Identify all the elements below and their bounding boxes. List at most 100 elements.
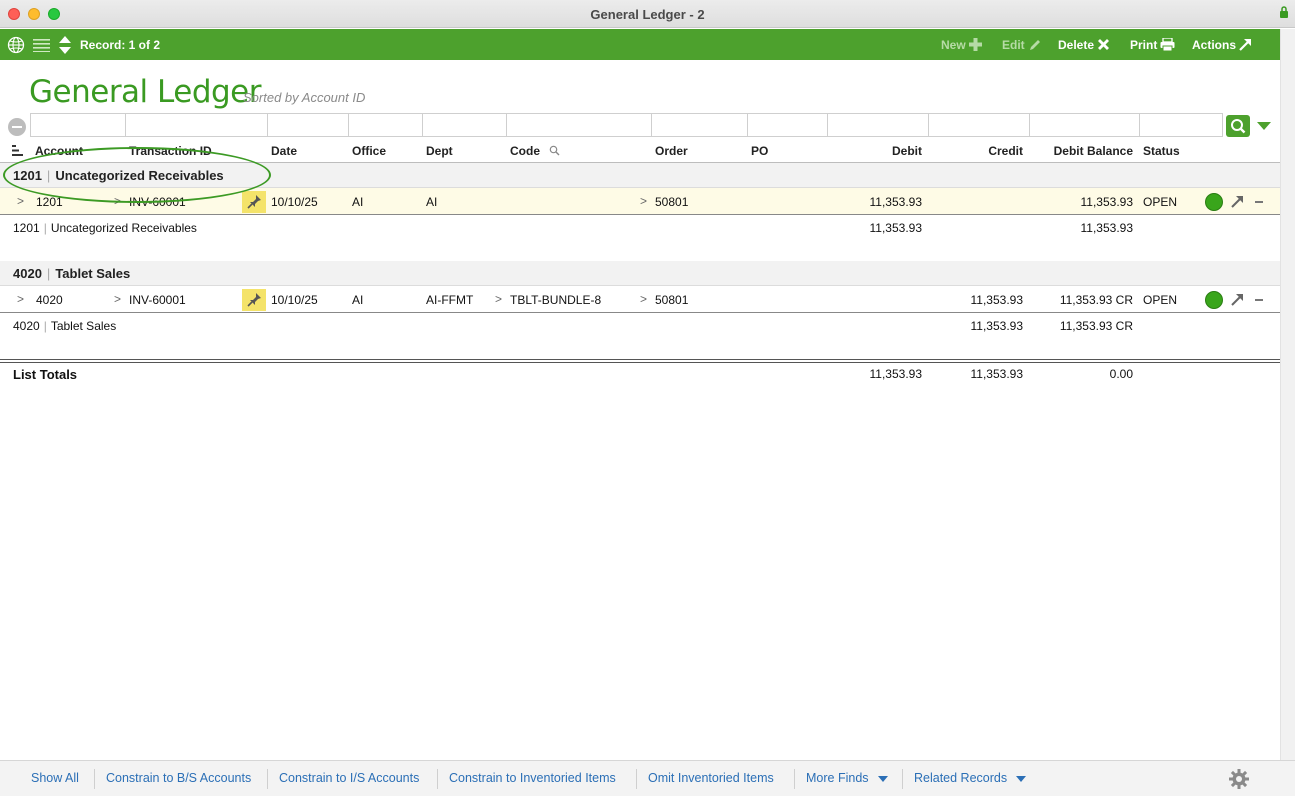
pin-icon — [247, 293, 261, 307]
subtotal-account: 4020 — [13, 319, 40, 333]
edit-button[interactable]: Edit — [1002, 29, 1042, 60]
col-account[interactable]: Account — [35, 144, 83, 158]
filter-transaction-id-input[interactable] — [125, 113, 267, 137]
footer-separator — [267, 769, 268, 789]
cell-office: AI — [352, 293, 364, 307]
filter-account-input[interactable] — [30, 113, 125, 137]
cell-order: 50801 — [655, 293, 689, 307]
col-code[interactable]: Code — [510, 144, 560, 158]
minus-icon[interactable] — [1255, 201, 1263, 203]
col-order[interactable]: Order — [655, 144, 688, 158]
footer-bar: Show All Constrain to B/S Accounts Const… — [0, 760, 1295, 796]
totals-debit-balance: 0.00 — [1109, 367, 1133, 381]
pin-button[interactable] — [242, 191, 266, 213]
constrain-bs-accounts-link[interactable]: Constrain to B/S Accounts — [106, 771, 251, 785]
cell-code: TBLT-BUNDLE-8 — [510, 293, 602, 307]
cell-status: OPEN — [1143, 293, 1178, 307]
jump-icon[interactable] — [1231, 195, 1244, 208]
footer-separator — [636, 769, 637, 789]
arrow-out-icon — [1239, 39, 1252, 51]
filter-credit-input[interactable] — [928, 113, 1029, 137]
filter-po-input[interactable] — [747, 113, 827, 137]
actions-button[interactable]: Actions — [1192, 29, 1252, 60]
omit-inventoried-items-link[interactable]: Omit Inventoried Items — [648, 771, 774, 785]
sort-icon[interactable] — [12, 145, 24, 156]
vertical-scrollbar[interactable] — [1280, 29, 1295, 760]
sort-note: Sorted by Account ID — [243, 90, 366, 105]
col-code-label: Code — [510, 144, 540, 158]
record-counter: Record: 1 of 2 — [80, 37, 161, 52]
cell-office: AI — [352, 195, 364, 209]
search-button[interactable] — [1226, 115, 1250, 137]
search-icon — [1231, 119, 1246, 134]
search-options-dropdown[interactable] — [1257, 122, 1271, 130]
show-all-link[interactable]: Show All — [31, 771, 79, 785]
delete-label: Delete — [1058, 37, 1095, 52]
new-button[interactable]: New — [941, 29, 982, 60]
col-date[interactable]: Date — [271, 144, 297, 158]
subtotal-debit: 11,353.93 — [869, 221, 923, 235]
filter-dept-input[interactable] — [422, 113, 506, 137]
filter-office-input[interactable] — [348, 113, 422, 137]
constrain-is-accounts-link[interactable]: Constrain to I/S Accounts — [279, 771, 419, 785]
filter-code-input[interactable] — [506, 113, 651, 137]
cell-debit-balance: 11,353.93 — [1080, 195, 1134, 209]
title-bar: General Ledger - 2 — [0, 0, 1295, 28]
pin-button[interactable] — [242, 289, 266, 311]
cell-debit: 11,353.93 — [869, 195, 923, 209]
lock-icon[interactable] — [1279, 5, 1289, 19]
filter-status-input[interactable] — [1139, 113, 1223, 137]
table-row[interactable]: > 4020 > INV-60001 10/10/25 AI AI-FFMT >… — [0, 286, 1280, 313]
col-office[interactable]: Office — [352, 144, 386, 158]
filter-row — [0, 113, 1280, 137]
footer-separator — [794, 769, 795, 789]
magnifier-icon — [550, 145, 560, 156]
subtotal-debit-balance: 11,353.93 CR — [1059, 319, 1133, 333]
group-subtotal-row: 1201 | Uncategorized Receivables 11,353.93… — [0, 215, 1280, 263]
col-credit[interactable]: Credit — [923, 144, 1023, 158]
print-button[interactable]: Print — [1130, 29, 1175, 60]
cell-order: 50801 — [655, 195, 689, 209]
status-dot-icon — [1205, 193, 1223, 211]
cell-dept: AI — [426, 195, 438, 209]
filter-order-input[interactable] — [651, 113, 747, 137]
group-header: 4020 | Tablet Sales — [0, 261, 1280, 286]
col-dept[interactable]: Dept — [426, 144, 453, 158]
record-stepper[interactable] — [55, 29, 72, 60]
delete-button[interactable]: Delete — [1058, 29, 1110, 60]
jump-icon[interactable] — [1231, 293, 1244, 306]
col-status[interactable]: Status — [1143, 144, 1180, 158]
col-debit-balance[interactable]: Debit Balance — [1023, 144, 1133, 158]
clear-filters-button[interactable] — [8, 118, 26, 136]
account-link-chevron[interactable]: > — [17, 194, 24, 208]
gear-icon[interactable] — [1228, 768, 1250, 790]
plus-icon — [968, 38, 982, 51]
order-link-chevron[interactable]: > — [640, 194, 647, 208]
filter-debit-input[interactable] — [827, 113, 928, 137]
related-records-menu[interactable]: Related Records — [914, 771, 1027, 785]
subtotal-label: 4020 | Tablet Sales — [13, 319, 117, 333]
order-link-chevron[interactable]: > — [640, 292, 647, 306]
minus-icon[interactable] — [1255, 299, 1263, 301]
col-transaction-id[interactable]: Transaction ID — [129, 144, 212, 158]
code-link-chevron[interactable]: > — [495, 292, 502, 306]
table-row[interactable]: > 1201 > INV-60001 10/10/25 AI AI > 5080… — [0, 188, 1280, 215]
globe-button[interactable] — [4, 29, 25, 60]
list-view-button[interactable] — [30, 29, 50, 60]
filter-debit-balance-input[interactable] — [1029, 113, 1139, 137]
cell-status: OPEN — [1143, 195, 1178, 209]
col-debit[interactable]: Debit — [822, 144, 922, 158]
constrain-inventoried-items-link[interactable]: Constrain to Inventoried Items — [449, 771, 616, 785]
subtotal-debit-balance: 11,353.93 — [1080, 221, 1134, 235]
group-header-text: 1201 | Uncategorized Receivables — [13, 168, 224, 183]
toolbar: Record: 1 of 2 New Edit Delete Print Act… — [0, 29, 1280, 60]
account-link-chevron[interactable]: > — [17, 292, 24, 306]
more-finds-menu[interactable]: More Finds — [806, 771, 888, 785]
transaction-link-chevron[interactable]: > — [114, 292, 121, 306]
footer-separator — [94, 769, 95, 789]
group-name: Tablet Sales — [55, 266, 131, 281]
col-po[interactable]: PO — [751, 144, 768, 158]
filter-date-input[interactable] — [267, 113, 348, 137]
transaction-link-chevron[interactable]: > — [114, 194, 121, 208]
chevron-down-icon — [1016, 775, 1027, 782]
